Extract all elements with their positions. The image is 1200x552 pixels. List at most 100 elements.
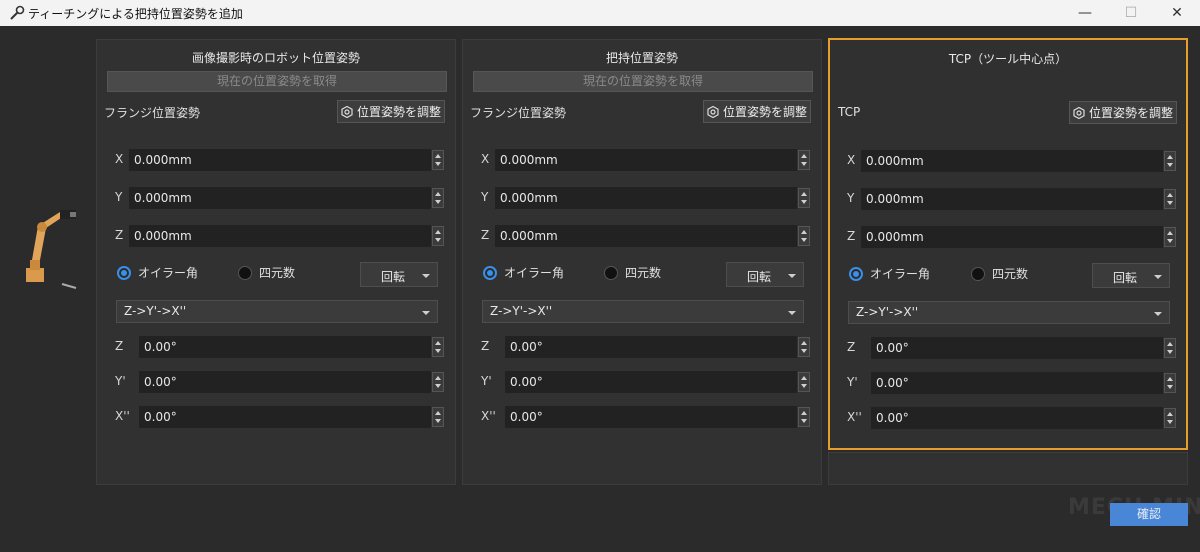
adjust-pose-label: 位置姿勢を調整	[1088, 106, 1173, 120]
z-spinner[interactable]	[432, 226, 444, 246]
z-input[interactable]: 0.000mm	[861, 226, 1163, 248]
radio-selected-icon	[117, 265, 131, 280]
ry-label: Y'	[481, 374, 492, 388]
y-input[interactable]: 0.000mm	[861, 188, 1163, 210]
z-label: Z	[481, 228, 490, 242]
quaternion-radio-label: 四元数	[992, 267, 1029, 281]
x-input[interactable]: 0.000mm	[129, 149, 431, 171]
rotation-select[interactable]: 回転	[726, 262, 804, 287]
ry-spinner[interactable]	[798, 372, 810, 392]
radio-selected-icon	[483, 265, 497, 280]
adjust-pose-label: 位置姿勢を調整	[356, 105, 441, 119]
rx-input[interactable]: 0.00°	[871, 407, 1163, 429]
rz-input[interactable]: 0.00°	[871, 337, 1163, 359]
chevron-down-icon	[788, 311, 796, 315]
ry-field: Y' 0.00°	[115, 371, 445, 393]
y-field: Y 0.000mm	[847, 188, 1177, 210]
adjust-pose-button[interactable]: 位置姿勢を調整	[1069, 101, 1177, 124]
rz-input[interactable]: 0.00°	[139, 336, 431, 358]
ry-field: Y' 0.00°	[481, 371, 811, 393]
y-field: Y 0.000mm	[481, 187, 811, 209]
quaternion-radio[interactable]: 四元数	[971, 265, 1028, 282]
pose-label: TCP	[838, 105, 861, 119]
y-spinner[interactable]	[1164, 189, 1176, 209]
rotation-order-value: Z->Y'->X''	[490, 304, 553, 318]
rotation-order-select[interactable]: Z->Y'->X''	[116, 300, 438, 323]
ry-spinner[interactable]	[1164, 373, 1176, 393]
adjust-pose-button[interactable]: 位置姿勢を調整	[337, 100, 445, 123]
rotation-select-value: 回転	[747, 270, 772, 284]
quaternion-radio-label: 四元数	[259, 266, 296, 280]
rx-field: X'' 0.00°	[115, 406, 445, 428]
rz-label: Z	[847, 340, 856, 354]
y-label: Y	[847, 191, 855, 205]
radio-unselected-icon	[604, 265, 618, 280]
rx-label: X''	[481, 409, 496, 423]
ry-input[interactable]: 0.00°	[505, 371, 797, 393]
rx-spinner[interactable]	[1164, 408, 1176, 428]
rz-spinner[interactable]	[1164, 338, 1176, 358]
panel-title: TCP（ツール中心点）	[948, 52, 1068, 66]
x-input[interactable]: 0.000mm	[861, 150, 1163, 172]
get-current-pose-button[interactable]: 現在の位置姿勢を取得	[107, 71, 447, 92]
y-field: Y 0.000mm	[115, 187, 445, 209]
rx-input[interactable]: 0.00°	[505, 406, 797, 428]
rz-label: Z	[115, 339, 124, 353]
x-label: X	[115, 152, 124, 166]
euler-radio[interactable]: オイラー角	[483, 264, 564, 281]
chevron-down-icon	[422, 311, 430, 315]
x-spinner[interactable]	[798, 150, 810, 170]
rotation-order-select[interactable]: Z->Y'->X''	[848, 301, 1170, 324]
chevron-down-icon	[788, 274, 796, 278]
x-input[interactable]: 0.000mm	[495, 149, 797, 171]
rx-input[interactable]: 0.00°	[139, 406, 431, 428]
rx-spinner[interactable]	[432, 407, 444, 427]
close-button[interactable]: ✕	[1154, 0, 1200, 26]
x-spinner[interactable]	[432, 150, 444, 170]
x-spinner[interactable]	[1164, 151, 1176, 171]
euler-radio[interactable]: オイラー角	[849, 265, 930, 282]
maximize-button[interactable]: ☐	[1108, 0, 1154, 26]
adjust-pose-button[interactable]: 位置姿勢を調整	[703, 100, 811, 123]
x-field: X 0.000mm	[115, 149, 445, 171]
euler-radio[interactable]: オイラー角	[117, 264, 198, 281]
hexagon-gear-icon	[341, 105, 353, 118]
rz-input[interactable]: 0.00°	[505, 336, 797, 358]
quaternion-radio[interactable]: 四元数	[238, 264, 295, 281]
ry-spinner[interactable]	[432, 372, 444, 392]
z-label: Z	[115, 228, 124, 242]
rz-spinner[interactable]	[798, 337, 810, 357]
tcp-panel-footer	[828, 452, 1188, 485]
x-field: X 0.000mm	[481, 149, 811, 171]
rotation-select-value: 回転	[381, 270, 406, 284]
y-spinner[interactable]	[432, 188, 444, 208]
window-title: ティーチングによる把持位置姿勢を追加	[28, 7, 243, 21]
z-spinner[interactable]	[798, 226, 810, 246]
y-input[interactable]: 0.000mm	[495, 187, 797, 209]
get-current-pose-button[interactable]: 現在の位置姿勢を取得	[473, 71, 813, 92]
quaternion-radio[interactable]: 四元数	[604, 264, 661, 281]
ry-input[interactable]: 0.00°	[139, 371, 431, 393]
rx-spinner[interactable]	[798, 407, 810, 427]
robot-arm-image	[26, 210, 77, 289]
rz-spinner[interactable]	[432, 337, 444, 357]
rz-field: Z 0.00°	[115, 336, 445, 358]
rotation-select[interactable]: 回転	[1092, 263, 1170, 288]
rotation-select[interactable]: 回転	[360, 262, 438, 287]
z-spinner[interactable]	[1164, 227, 1176, 247]
chevron-down-icon	[422, 274, 430, 278]
z-field: Z 0.000mm	[847, 226, 1177, 248]
pose-label: フランジ位置姿勢	[470, 106, 567, 120]
ry-input[interactable]: 0.00°	[871, 372, 1163, 394]
minimize-button[interactable]: —	[1062, 0, 1108, 26]
z-input[interactable]: 0.000mm	[129, 225, 431, 247]
radio-unselected-icon	[238, 265, 252, 280]
z-input[interactable]: 0.000mm	[495, 225, 797, 247]
y-spinner[interactable]	[798, 188, 810, 208]
chevron-down-icon	[1154, 312, 1162, 316]
hexagon-gear-icon	[1073, 106, 1085, 119]
y-input[interactable]: 0.000mm	[129, 187, 431, 209]
rotation-order-select[interactable]: Z->Y'->X''	[482, 300, 804, 323]
confirm-button[interactable]: 確認	[1110, 503, 1188, 526]
quaternion-radio-label: 四元数	[625, 266, 662, 280]
